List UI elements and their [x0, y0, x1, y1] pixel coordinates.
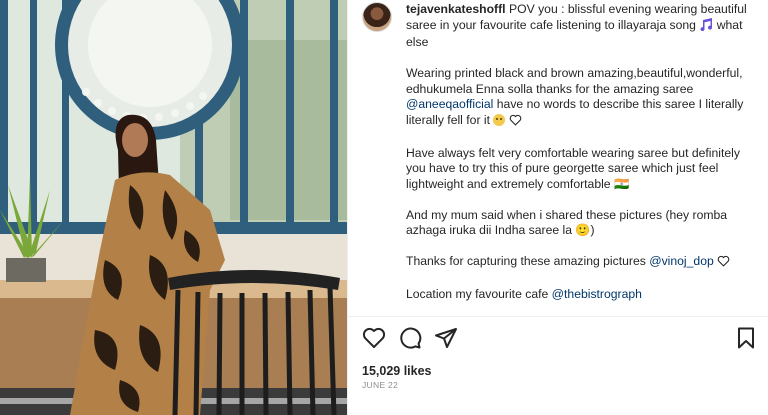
- caption-paragraph-6: Location my favourite cafe @thebistrogra…: [406, 287, 748, 303]
- caption-text: tejavenkateshoffl POV you : blissful eve…: [406, 2, 748, 303]
- mention-thebistrograph[interactable]: @thebistrograph: [552, 287, 642, 301]
- music-note-icon: [699, 17, 713, 36]
- para5-text: Thanks for capturing these amazing pictu…: [406, 254, 650, 268]
- save-button[interactable]: [734, 326, 758, 350]
- paper-plane-icon: [435, 328, 457, 348]
- smiling-face-icon: [493, 113, 506, 126]
- post-date[interactable]: JUNE 22: [362, 380, 398, 390]
- para6-text: Location my favourite cafe: [406, 287, 552, 301]
- caption-paragraph-2: Wearing printed black and brown amazing,…: [406, 66, 748, 130]
- heart-outline-icon: [717, 255, 730, 272]
- caption-paragraph-4: And my mum said when i shared these pict…: [406, 207, 728, 238]
- share-button[interactable]: [434, 326, 458, 350]
- username-link[interactable]: tejavenkateshoffl: [406, 2, 506, 16]
- divider: [348, 316, 768, 317]
- para2-text-a: Wearing printed black and brown amazing,…: [406, 66, 743, 96]
- photo-scene: [0, 0, 347, 415]
- heart-outline-icon: [509, 114, 522, 131]
- comment-button[interactable]: [398, 326, 422, 350]
- action-bar: [362, 326, 758, 352]
- comment-bubble-icon: [400, 327, 422, 349]
- mention-aneeqaofficial[interactable]: @aneeqaofficial: [406, 97, 493, 111]
- caption-paragraph-5: Thanks for capturing these amazing pictu…: [406, 254, 748, 272]
- post-photo[interactable]: [0, 0, 347, 415]
- bookmark-icon: [738, 327, 754, 349]
- avatar[interactable]: [362, 2, 392, 32]
- post-detail-panel: tejavenkateshoffl POV you : blissful eve…: [347, 0, 768, 415]
- likes-count[interactable]: 15,029 likes: [362, 364, 432, 378]
- like-button[interactable]: [362, 326, 386, 350]
- mention-vinoj-dop[interactable]: @vinoj_dop: [649, 254, 714, 268]
- caption-paragraph-3: Have always felt very comfortable wearin…: [406, 145, 740, 191]
- like-heart-icon: [362, 327, 386, 348]
